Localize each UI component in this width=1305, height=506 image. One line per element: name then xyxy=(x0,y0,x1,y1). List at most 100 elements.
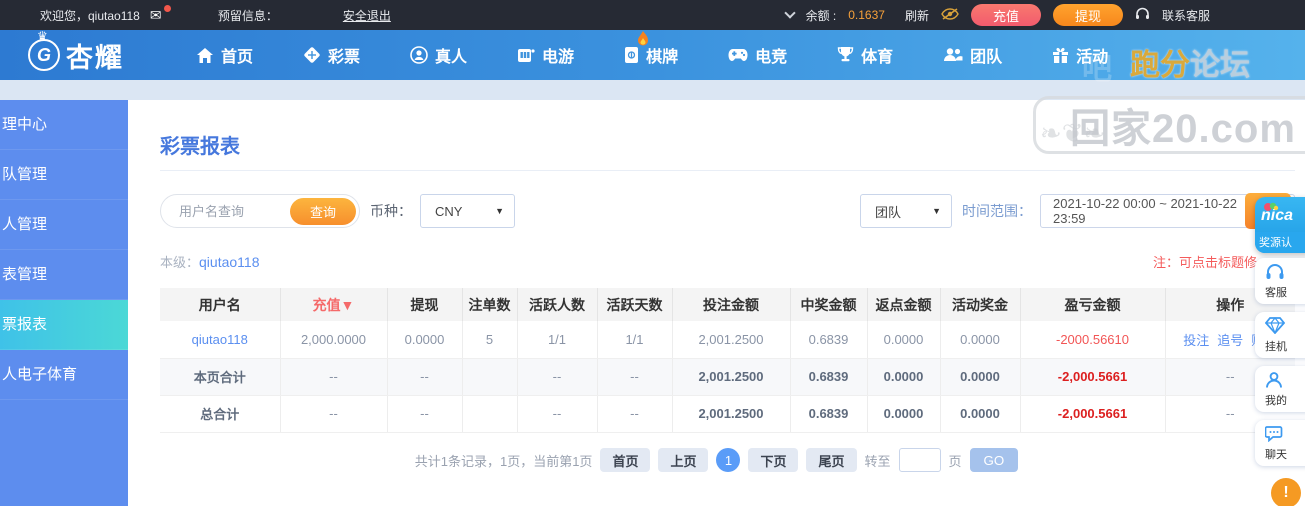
mail-icon[interactable]: ✉ xyxy=(150,5,171,22)
currency-select[interactable]: CNY ▼ xyxy=(420,194,515,228)
column-header[interactable]: 投注金额 xyxy=(672,288,791,321)
go-button[interactable]: GO xyxy=(969,448,1019,472)
operation-link[interactable]: 投注 xyxy=(1183,333,1209,348)
nav-item-boardgames[interactable]: 棋牌 xyxy=(624,31,678,67)
level-line: 本级：qiutao118 xyxy=(160,252,259,271)
search-button[interactable]: 查询 xyxy=(290,198,356,225)
sidebar-item-lottery-report[interactable]: 票报表 xyxy=(0,300,128,350)
float-mine-button[interactable]: 我的 xyxy=(1255,366,1305,412)
column-header[interactable]: 活动奖金 xyxy=(940,288,1021,321)
sidebar-item-esport[interactable]: 人电子体育 xyxy=(0,350,128,400)
filter-bar: 查询 币种： CNY ▼ 团队 ▼ 时间范围： 2021-10-22 00:00… xyxy=(160,193,1295,229)
column-header[interactable]: 注单数 xyxy=(462,288,518,321)
sidebar-item-report-manage[interactable]: 表管理 xyxy=(0,250,128,300)
goto-page-input[interactable] xyxy=(898,448,941,472)
table-row: 总合计 -- -- -- -- 2,001.2500 0.6839 0.0000 0.0000-… xyxy=(160,395,1295,433)
nav-item-esports[interactable]: 电竞 xyxy=(728,43,787,67)
welcome-text: 欢迎您，qiutao118 xyxy=(40,8,140,23)
team-icon xyxy=(944,48,963,61)
pagination-summary: 共计1条记录，1页，当前第1页 xyxy=(414,453,593,469)
column-header[interactable]: 活跃天数 xyxy=(597,288,673,321)
promo-subtitle: 奖源认 xyxy=(1255,232,1305,253)
withdraw-button[interactable]: 提现 xyxy=(1052,4,1123,26)
promo-badge[interactable]: nica 奖源认 xyxy=(1255,197,1305,253)
sports-icon xyxy=(837,47,854,62)
nav-menu: 首页 彩票 真人 电游 棋牌 电竞 体育 团队 活动 xyxy=(196,31,1108,67)
pagination: 共计1条记录，1页，当前第1页 首页 上页 1 下页 尾页 转至 页 GO xyxy=(128,448,1305,472)
nav-item-lottery[interactable]: 彩票 xyxy=(303,43,360,67)
column-header[interactable]: 中奖金额 xyxy=(790,288,868,321)
username-input[interactable] xyxy=(179,195,289,227)
slots-icon xyxy=(518,48,535,62)
nav-item-home[interactable]: 首页 xyxy=(196,43,253,67)
headset-icon xyxy=(1265,263,1285,283)
column-header[interactable]: 提现 xyxy=(387,288,463,321)
main-content: 彩票报表 查询 币种： CNY ▼ 团队 ▼ 时间范围： 2021-10-22 … xyxy=(128,100,1305,506)
float-chat-button[interactable]: 聊天 xyxy=(1255,420,1305,466)
nav-item-live[interactable]: 真人 xyxy=(410,43,467,67)
level-user-link[interactable]: qiutao118 xyxy=(199,254,259,270)
crown-icon: ♛ xyxy=(37,29,48,43)
nav-item-activity[interactable]: 活动 xyxy=(1052,43,1108,67)
person-icon xyxy=(1265,371,1283,391)
float-alert-button[interactable]: ! xyxy=(1271,478,1301,506)
nav-item-slots[interactable]: 电游 xyxy=(517,43,574,67)
activity-icon xyxy=(1053,47,1069,63)
report-table: 用户名 充值▼ 提现 注单数 活跃人数 活跃天数 投注金额 中奖金额 返点金额 活动奖金 盈亏金额操… xyxy=(160,288,1295,433)
board-games-icon xyxy=(625,47,639,63)
contact-service-link[interactable]: 联系客服 xyxy=(1162,7,1210,24)
first-page-button[interactable]: 首页 xyxy=(600,448,651,472)
page-band xyxy=(0,80,1305,100)
sidebar-item-team-manage[interactable]: 队管理 xyxy=(0,150,128,200)
select-caret-icon: ▼ xyxy=(495,206,504,216)
column-header[interactable]: 用户名 xyxy=(160,288,281,321)
reserved-info-label: 预留信息： xyxy=(217,8,278,23)
eye-slash-icon[interactable] xyxy=(941,7,959,23)
page-title: 彩票报表 xyxy=(160,136,240,158)
scope-select[interactable]: 团队 ▼ xyxy=(860,194,952,228)
float-hangup-button[interactable]: 挂机 xyxy=(1255,312,1305,358)
prev-page-button[interactable]: 上页 xyxy=(658,448,709,472)
brand-badge-icon: ♛ G xyxy=(28,29,60,71)
chevron-down-icon[interactable] xyxy=(783,7,796,19)
sidebar: 理中心 队管理 人管理 表管理 票报表 人电子体育 xyxy=(0,100,128,506)
column-header[interactable]: 充值▼ xyxy=(280,288,388,321)
header-row: 用户名 充值▼ 提现 注单数 活跃人数 活跃天数 投注金额 中奖金额 返点金额 活动奖金 盈亏金额操… xyxy=(160,288,1295,321)
balance-value: 0.1637 xyxy=(848,8,885,22)
sidebar-item-person-manage[interactable]: 人管理 xyxy=(0,200,128,250)
currency-label: 币种： xyxy=(370,203,412,219)
diamond-icon xyxy=(1264,317,1286,337)
brand-name: 杏耀 xyxy=(66,42,124,73)
hot-flame-icon xyxy=(636,31,650,48)
main-navbar: ♛ G 杏耀 首页 彩票 真人 电游 棋牌 电竞 体育 团队 活动 xyxy=(0,29,1305,80)
username-link[interactable]: qiutao118 xyxy=(192,332,248,347)
headset-icon xyxy=(1135,7,1150,23)
report-table-body: qiutao118 2,000.0000 0.0000 5 1/1 1/1 2,001.25… xyxy=(160,321,1295,433)
nav-item-sports[interactable]: 体育 xyxy=(837,43,893,67)
column-header[interactable]: 返点金额 xyxy=(867,288,941,321)
report-table-head: 用户名 充值▼ 提现 注单数 活跃人数 活跃天数 投注金额 中奖金额 返点金额 活动奖金 盈亏金额操… xyxy=(160,288,1295,321)
esports-icon xyxy=(728,49,748,61)
brand-logo[interactable]: ♛ G 杏耀 xyxy=(28,29,158,75)
logout-link[interactable]: 安全退出 xyxy=(343,7,391,24)
next-page-button[interactable]: 下页 xyxy=(748,448,799,472)
float-service-button[interactable]: 客服 xyxy=(1255,258,1305,304)
balance-label: 余额 : xyxy=(805,8,837,23)
goto-label: 转至 xyxy=(864,453,891,469)
nav-item-team[interactable]: 团队 xyxy=(943,43,1002,67)
column-header[interactable]: 盈亏金额 xyxy=(1020,288,1166,321)
current-page-badge[interactable]: 1 xyxy=(716,448,741,472)
live-person-icon xyxy=(410,46,428,64)
refresh-link[interactable]: 刷新 xyxy=(905,7,929,24)
recharge-button[interactable]: 充值 xyxy=(970,4,1041,26)
home-icon xyxy=(197,47,213,63)
column-header[interactable]: 活跃人数 xyxy=(517,288,598,321)
sidebar-item-center[interactable]: 理中心 xyxy=(0,100,128,150)
topbar: 欢迎您，qiutao118 ✉ 预留信息： 安全退出 余额 : 0.1637 刷… xyxy=(0,0,1305,30)
table-row: 本页合计 -- -- -- -- 2,001.2500 0.6839 0.0000 0.0000… xyxy=(160,358,1295,396)
select-caret-icon: ▼ xyxy=(932,206,941,216)
last-page-button[interactable]: 尾页 xyxy=(806,448,857,472)
page-unit-label: 页 xyxy=(948,453,962,469)
parrot-icon xyxy=(1263,200,1279,218)
operation-link[interactable]: 追号 xyxy=(1217,333,1243,348)
